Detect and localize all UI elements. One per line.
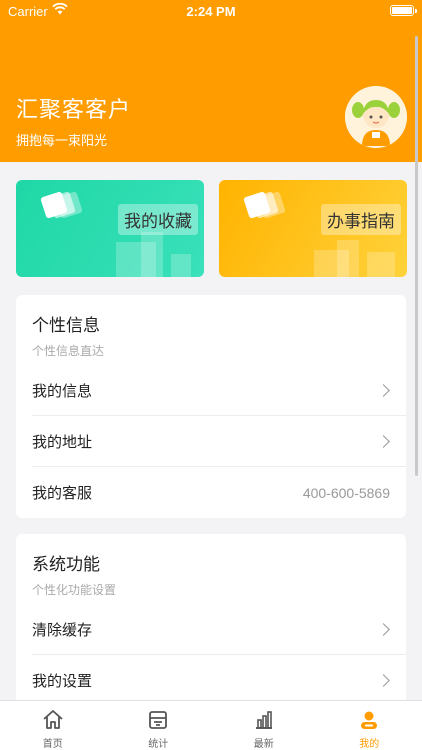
decor-block bbox=[171, 254, 191, 277]
favorites-label: 我的收藏 bbox=[118, 204, 198, 235]
tab-stats[interactable]: 统计 bbox=[106, 701, 212, 750]
home-icon bbox=[43, 710, 63, 729]
my-info-label: 我的信息 bbox=[32, 381, 93, 400]
status-bar: Carrier 2:24 PM bbox=[0, 0, 422, 24]
chevron-right-icon bbox=[377, 434, 390, 448]
personal-info-card: 个性信息 个性信息直达 我的信息 我的地址 我的客服 400-600-5869 bbox=[16, 295, 406, 518]
personal-info-subtitle: 个性信息直达 bbox=[32, 344, 105, 358]
profile-header: Carrier 2:24 PM 汇聚客客户 拥抱每一束阳光 bbox=[0, 0, 422, 162]
chevron-right-icon bbox=[377, 383, 390, 397]
favorites-card[interactable]: 我的收藏 bbox=[16, 180, 204, 277]
tab-home[interactable]: 首页 bbox=[0, 701, 106, 750]
guide-card[interactable]: 办事指南 bbox=[219, 180, 407, 277]
my-address-label: 我的地址 bbox=[32, 432, 93, 451]
tab-home-label: 首页 bbox=[42, 739, 63, 750]
scrollbar[interactable] bbox=[415, 36, 418, 476]
system-functions-subtitle: 个性化功能设置 bbox=[32, 583, 117, 597]
chevron-right-icon bbox=[377, 674, 390, 687]
clear-cache-label: 清除缓存 bbox=[32, 620, 93, 639]
tab-bar: 首页 统计 最新 我的 bbox=[0, 700, 422, 750]
profile-icon bbox=[361, 711, 378, 729]
decor-block bbox=[141, 232, 163, 277]
tab-mine-label: 我的 bbox=[359, 739, 380, 750]
battery-icon bbox=[390, 5, 417, 16]
system-functions-title: 系统功能 bbox=[32, 555, 100, 575]
clear-cache-row[interactable]: 清除缓存 bbox=[32, 604, 406, 655]
my-settings-row[interactable]: 我的设置 bbox=[32, 655, 406, 706]
personal-info-title: 个性信息 bbox=[32, 316, 100, 336]
decor-block bbox=[367, 252, 395, 277]
tab-latest-label: 最新 bbox=[253, 739, 274, 750]
system-functions-card: 系统功能 个性化功能设置 清除缓存 我的设置 bbox=[16, 534, 406, 704]
tab-mine[interactable]: 我的 bbox=[317, 701, 422, 750]
page-subtitle: 拥抱每一束阳光 bbox=[16, 134, 108, 149]
my-settings-label: 我的设置 bbox=[32, 672, 93, 690]
clock: 2:24 PM bbox=[186, 4, 236, 19]
guide-label: 办事指南 bbox=[321, 204, 401, 235]
bar-chart-icon bbox=[255, 711, 272, 729]
decor-block bbox=[337, 240, 359, 277]
tab-stats-label: 统计 bbox=[148, 739, 169, 750]
girl-avatar-icon[interactable] bbox=[345, 86, 407, 148]
chevron-right-icon bbox=[377, 622, 390, 636]
my-address-row[interactable]: 我的地址 bbox=[32, 416, 406, 467]
tab-latest[interactable]: 最新 bbox=[211, 701, 317, 750]
page-title: 汇聚客客户 bbox=[16, 98, 132, 123]
customer-service-row[interactable]: 我的客服 400-600-5869 bbox=[32, 467, 406, 518]
stats-icon bbox=[149, 711, 168, 729]
customer-service-phone[interactable]: 400-600-5869 bbox=[303, 485, 390, 501]
customer-service-label: 我的客服 bbox=[32, 484, 93, 502]
my-info-row[interactable]: 我的信息 bbox=[32, 365, 406, 416]
